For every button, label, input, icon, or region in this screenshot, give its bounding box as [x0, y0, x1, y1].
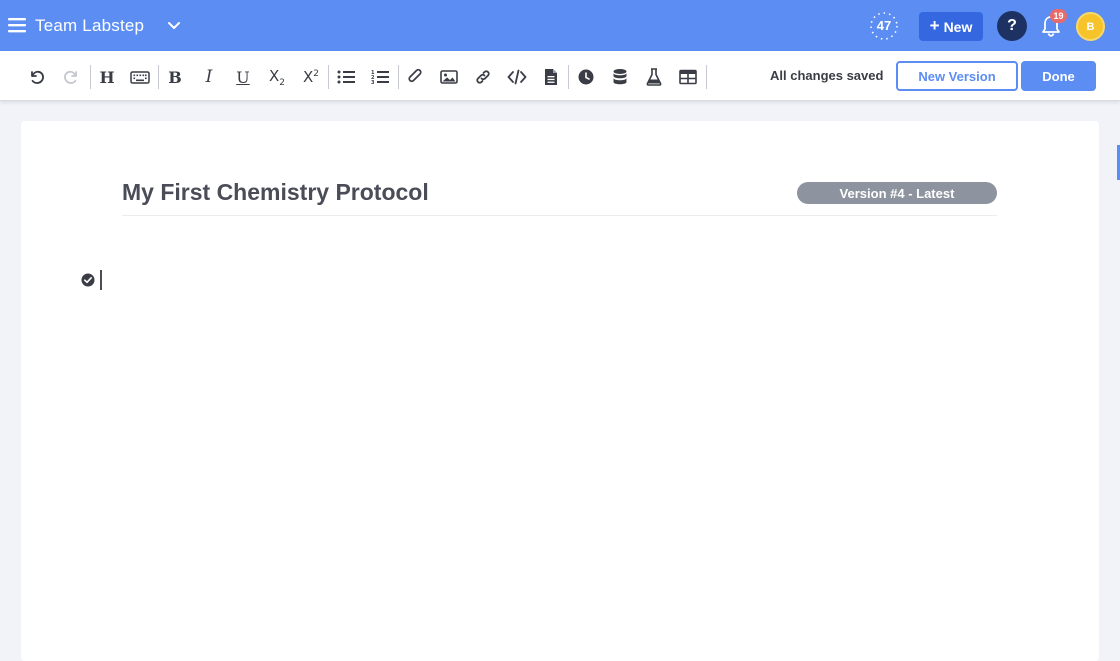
heading-icon: H	[99, 67, 115, 87]
top-navigation-bar: Team Labstep 47 + New ? 19 B	[0, 0, 1120, 51]
underline-button[interactable]: U	[232, 66, 254, 88]
file-icon	[545, 69, 557, 85]
subscript-button[interactable]: X2	[266, 66, 288, 88]
link-icon	[476, 70, 490, 84]
database-button[interactable]	[609, 66, 631, 88]
notification-badge: 19	[1050, 9, 1067, 23]
superscript-icon: X2	[302, 68, 319, 86]
bold-button[interactable]: B	[164, 66, 186, 88]
check-circle-icon[interactable]	[81, 273, 95, 287]
save-status: All changes saved	[770, 68, 884, 83]
undo-button[interactable]	[26, 66, 48, 88]
new-button[interactable]: + New	[919, 12, 983, 41]
italic-icon: I	[205, 67, 213, 87]
clock-icon	[578, 69, 594, 85]
image-icon	[440, 70, 458, 84]
code-icon	[507, 69, 527, 85]
keyboard-button[interactable]	[129, 66, 151, 88]
link-button[interactable]	[472, 66, 494, 88]
help-button[interactable]: ?	[997, 11, 1027, 41]
undo-icon	[31, 70, 44, 84]
heading-button[interactable]: H	[96, 66, 118, 88]
database-icon	[613, 69, 627, 85]
toolbar-divider	[90, 65, 91, 89]
underline-icon: U	[236, 67, 250, 87]
svg-text:3: 3	[371, 80, 375, 85]
help-label: ?	[1007, 17, 1017, 34]
editor-content-area[interactable]	[108, 266, 998, 566]
team-name[interactable]: Team Labstep	[35, 16, 144, 36]
flask-button[interactable]	[643, 66, 665, 88]
editor-toolbar: H B I U X2 X2 1 2 3 All changes saved Ne…	[0, 51, 1120, 101]
user-avatar[interactable]: B	[1076, 12, 1105, 41]
code-button[interactable]	[506, 66, 528, 88]
timer-value: 47	[876, 18, 892, 33]
done-button[interactable]: Done	[1021, 61, 1096, 91]
new-button-label: New	[943, 18, 973, 35]
hamburger-menu-icon[interactable]	[8, 16, 26, 34]
superscript-button[interactable]: X2	[300, 66, 322, 88]
numbered-list-icon: 123	[371, 70, 389, 85]
toolbar-divider	[706, 65, 707, 89]
toolbar-divider	[158, 65, 159, 89]
bold-icon: B	[168, 67, 182, 87]
new-version-button[interactable]: New Version	[896, 61, 1018, 91]
timer-button[interactable]	[575, 66, 597, 88]
timer-counter[interactable]: 47	[866, 11, 902, 41]
text-cursor	[100, 270, 102, 290]
keyboard-icon	[130, 71, 150, 84]
version-badge[interactable]: Version #4 - Latest	[797, 182, 997, 204]
flask-icon	[646, 68, 662, 86]
subscript-icon: X2	[268, 66, 285, 88]
bullet-list-button[interactable]	[335, 66, 357, 88]
redo-button[interactable]	[60, 66, 82, 88]
plus-icon: +	[929, 16, 940, 35]
bullet-list-icon	[337, 70, 355, 84]
avatar-initial: B	[1086, 20, 1095, 33]
chevron-down-icon[interactable]	[166, 18, 182, 34]
toolbar-divider	[398, 65, 399, 89]
italic-button[interactable]: I	[198, 66, 220, 88]
attachment-button[interactable]	[404, 66, 426, 88]
version-badge-label: Version #4 - Latest	[839, 185, 955, 201]
file-button[interactable]	[540, 66, 562, 88]
table-button[interactable]	[677, 66, 699, 88]
redo-icon	[64, 70, 77, 84]
table-icon	[679, 69, 697, 85]
numbered-list-button[interactable]: 123	[369, 66, 391, 88]
paperclip-icon	[408, 68, 422, 83]
image-button[interactable]	[438, 66, 460, 88]
page-title[interactable]: My First Chemistry Protocol	[122, 179, 429, 206]
title-divider	[122, 215, 997, 216]
toolbar-divider	[568, 65, 569, 89]
toolbar-divider	[328, 65, 329, 89]
